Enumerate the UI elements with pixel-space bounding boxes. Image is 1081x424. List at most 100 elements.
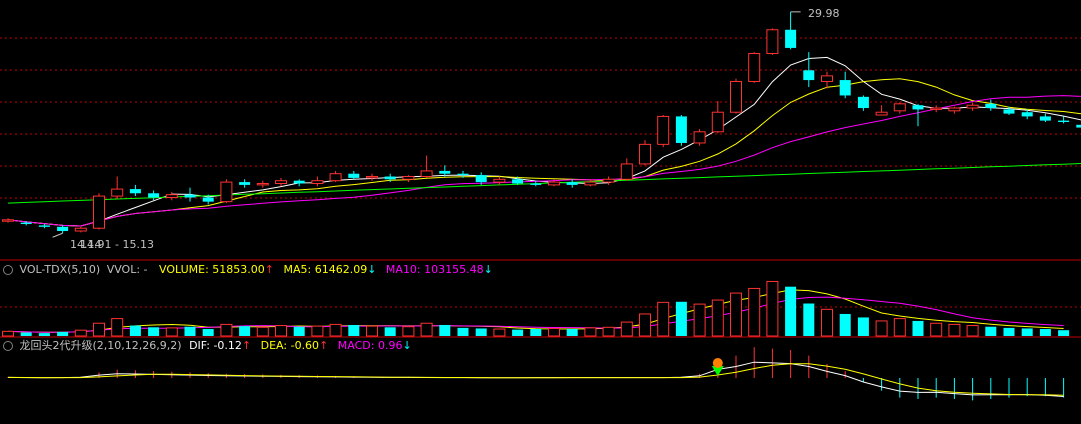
candle-body: [384, 176, 396, 180]
volume-bar: [129, 325, 141, 336]
candle: [220, 179, 233, 204]
candle-body: [111, 188, 124, 197]
candle: [165, 191, 178, 201]
candle-body: [457, 173, 469, 176]
candle: [966, 102, 979, 111]
candle-body: [329, 173, 342, 182]
macd-indicator-name[interactable]: 龙回头2代升级(2,10,12,26,9,2): [20, 339, 182, 352]
volume-bar: [20, 332, 32, 336]
candle-body: [1021, 112, 1033, 117]
volume-bar: [730, 292, 742, 337]
candle-body: [857, 96, 869, 109]
candle-body: [839, 80, 851, 96]
candlestick-series[interactable]: [2, 11, 1081, 234]
candle-body: [530, 183, 542, 185]
volume-bar: [1003, 327, 1015, 336]
candle: [857, 95, 869, 111]
macd-panel-icon[interactable]: [3, 341, 13, 351]
volume-bar: [875, 320, 888, 337]
volume-bar: [165, 327, 178, 337]
candle: [148, 190, 160, 201]
dea-line: [7, 363, 1064, 396]
dif-arrow-icon: ↑: [241, 339, 252, 352]
candle-body: [620, 163, 633, 180]
candle-body: [2, 219, 14, 222]
stock-chart[interactable]: [0, 0, 1081, 424]
volume-indicator-name[interactable]: VOL-TDX(5,10): [20, 263, 101, 276]
candle-body: [475, 175, 487, 183]
volume-bar: [493, 328, 506, 337]
candle-body: [1076, 124, 1081, 128]
volume-bar: [93, 322, 105, 337]
candle-body: [639, 143, 651, 165]
volume-bar: [293, 326, 305, 336]
candle: [711, 101, 724, 134]
volume-bar: [475, 328, 487, 336]
low-marker-line: [52, 232, 63, 238]
candle-body: [912, 105, 924, 110]
candle-body: [239, 182, 251, 185]
candle-body: [165, 194, 178, 198]
volume-bar: [530, 329, 542, 336]
candle: [1058, 116, 1070, 124]
volume-bar: [930, 322, 943, 337]
volume-bar: [1058, 330, 1070, 336]
volume-bar: [348, 324, 360, 336]
candle: [348, 170, 360, 180]
moving-average-lines: [7, 56, 1081, 227]
candle-body: [893, 103, 906, 112]
candle: [239, 179, 251, 188]
candle: [74, 226, 87, 233]
candle: [766, 28, 779, 55]
volume-bar: [239, 326, 251, 336]
volume-bar: [420, 322, 433, 337]
candle-body: [711, 111, 724, 133]
volume-panel-icon[interactable]: [3, 265, 13, 275]
candle-body: [366, 176, 378, 179]
candle-body: [348, 173, 360, 178]
candle-body: [948, 107, 961, 112]
candle: [693, 128, 706, 146]
volume-bar: [111, 318, 124, 337]
candle: [329, 170, 342, 183]
candle: [439, 165, 451, 177]
volume-bar: [275, 325, 287, 337]
candle-body: [493, 178, 506, 183]
volume-bar: [1021, 328, 1033, 336]
macd-indicator-header: 龙回头2代升级(2,10,12,26,9,2) DIF: -0.12↑ DEA:…: [0, 338, 412, 354]
candle: [875, 105, 888, 116]
dif-value: DIF: -0.12: [189, 339, 242, 352]
candle-body: [566, 182, 578, 185]
candle: [402, 175, 415, 183]
candle-body: [985, 103, 997, 109]
candle: [420, 155, 433, 178]
candle-body: [821, 75, 833, 82]
candle-body: [311, 180, 324, 184]
dea-arrow-icon: ↑: [319, 339, 329, 352]
ma10-value: MA10: 103155.48: [385, 263, 484, 276]
candle: [129, 184, 141, 197]
candle-body: [548, 181, 560, 186]
candle: [985, 99, 997, 111]
candle-body: [875, 111, 888, 116]
volume-bar: [202, 329, 214, 336]
volume-bar: [584, 327, 597, 337]
candle: [785, 11, 797, 50]
candle-body: [512, 179, 524, 184]
candle: [184, 187, 196, 202]
volume-bar: [912, 320, 924, 336]
candle: [893, 102, 906, 114]
candle: [657, 115, 670, 148]
candle: [948, 106, 961, 114]
volume-bar: [256, 326, 269, 337]
candle-body: [293, 180, 305, 184]
volume-bar: [184, 326, 196, 336]
candle-body: [439, 170, 451, 174]
high-price-label: 29.98: [808, 7, 840, 20]
volume-bar: [893, 318, 906, 337]
candle-body: [93, 195, 105, 229]
candle-body: [748, 53, 761, 82]
volume-bar: [439, 324, 451, 336]
candle: [566, 179, 578, 188]
candle-body: [129, 189, 141, 194]
